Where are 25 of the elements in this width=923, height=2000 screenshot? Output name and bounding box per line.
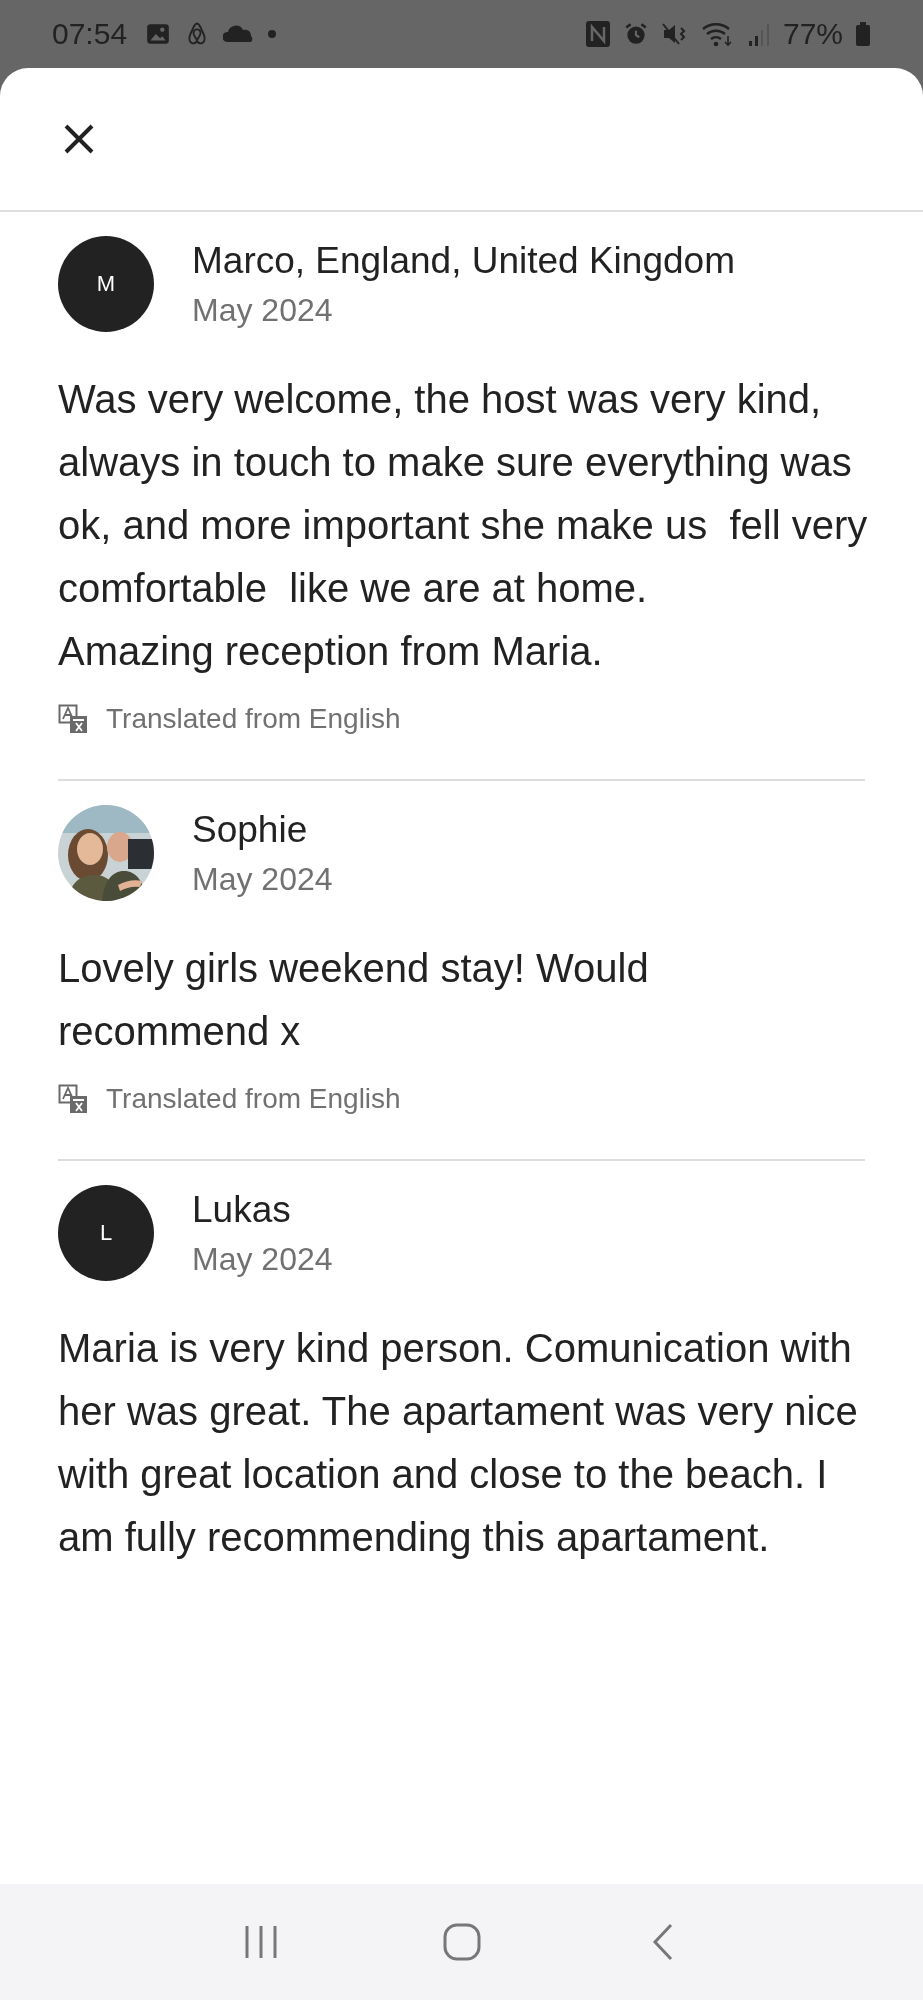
close-icon <box>62 122 96 156</box>
review-text: Maria is very kind person. Comunication with her was great. The apartament was very nice with great location and close to the beach. I am fully recommending this apartament. <box>58 1325 859 1561</box>
translation-note: Translated from English <box>106 703 401 735</box>
review-text: Was very welcome, the host was very kind, always in touch to make sure everything was ok, and more important she make us fell very comfortable like we are at home. Amazing reception from Maria. <box>58 376 868 675</box>
gallery-icon <box>145 21 172 47</box>
avatar: M <box>58 236 154 332</box>
nfc-icon <box>584 20 611 48</box>
status-time: 07:54 <box>52 17 128 51</box>
avatar: L <box>58 1185 154 1281</box>
reviewer-name: Sophie <box>192 808 309 851</box>
notification-dot-icon <box>267 29 278 39</box>
review-date: May 2024 <box>192 1240 333 1278</box>
review-date: May 2024 <box>192 291 334 329</box>
battery-icon <box>855 21 871 47</box>
signal-icon <box>746 21 771 47</box>
battery-percent: 77% <box>782 17 843 51</box>
wifi-icon <box>700 20 735 48</box>
translate-icon <box>58 1084 88 1114</box>
reviewer-name: Marco, England, United Kingdom <box>192 239 735 282</box>
home-icon[interactable] <box>441 1922 482 1962</box>
reviewer-name: Lukas <box>192 1188 292 1231</box>
translate-icon <box>58 704 88 734</box>
review-date: May 2024 <box>192 860 333 898</box>
translation-note: Translated from English <box>106 1083 401 1115</box>
review-text: Lovely girls weekend stay! Would recommend x <box>58 945 650 1055</box>
